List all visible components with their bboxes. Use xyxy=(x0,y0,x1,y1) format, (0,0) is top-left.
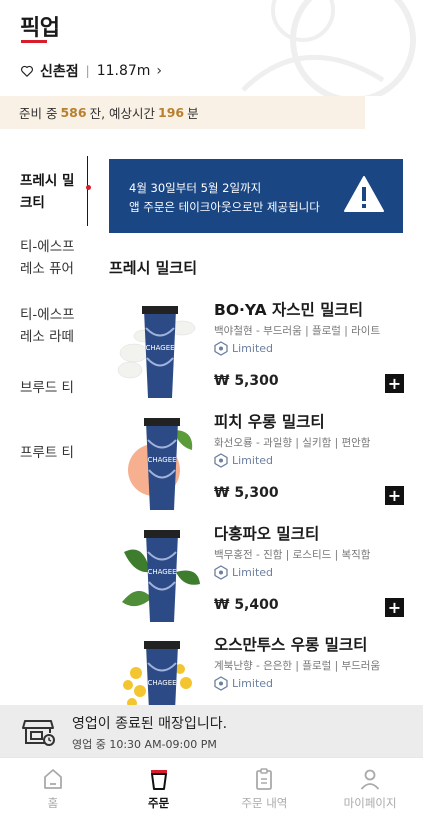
product-image: CHAGEE xyxy=(123,641,192,705)
cup-icon xyxy=(150,770,167,790)
product-item[interactable]: CHAGEE 피치 우롱 밀크티 화선오룡 - 과일향 | 실키함 | 편안함 … xyxy=(100,410,410,520)
store-separator: | xyxy=(85,64,90,78)
prep-middle: 잔, 예상시간 xyxy=(89,106,156,121)
hexagon-icon xyxy=(214,453,228,468)
section-title: 프레시 밀크티 xyxy=(109,259,198,277)
limited-label: Limited xyxy=(232,566,274,579)
product-name: 오스만투스 우롱 밀크티 xyxy=(214,636,368,654)
prep-status-bar: 준비 중 586 잔, 예상시간 196 분 xyxy=(0,96,365,129)
nav-home[interactable]: 홈 xyxy=(0,758,106,816)
nav-order[interactable]: 주문 xyxy=(106,758,212,816)
notice-banner: 4월 30일부터 5월 2일까지 앱 주문은 테이크아웃으로만 제공됩니다 xyxy=(109,159,403,233)
limited-badge: Limited xyxy=(214,341,273,356)
nav-order-label: 주문 xyxy=(148,796,170,810)
svg-text:CHAGEE: CHAGEE xyxy=(147,568,176,576)
product-tags: 계북난향 - 은은한 | 플로럴 | 부드러움 xyxy=(214,660,381,672)
product-image: CHAGEE xyxy=(122,530,200,622)
notice-line-2: 앱 주문은 테이크아웃으로만 제공됩니다 xyxy=(129,200,320,214)
add-to-cart-button[interactable]: + xyxy=(385,486,404,505)
product-item[interactable]: CHAGEE 오스만투스 우롱 밀크티 계북난향 - 은은한 | 플로럴 | 부… xyxy=(100,633,410,705)
sidebar-item-tea-espresso-pure[interactable]: 티-에스프레소 퓨어 xyxy=(20,236,82,280)
product-image: CHAGEE xyxy=(117,306,196,398)
svg-text:CHAGEE: CHAGEE xyxy=(147,679,176,687)
add-to-cart-button[interactable]: + xyxy=(385,374,404,393)
store-hours: 영업 중 10:30 AM-09:00 PM xyxy=(72,738,217,751)
product-item[interactable]: CHAGEE 다홍파오 밀크티 백무홍전 - 진함 | 로스티드 | 복직함 L… xyxy=(100,522,410,632)
store-closed-bar: 영업이 종료된 매장입니다. 영업 중 10:30 AM-09:00 PM xyxy=(0,705,423,757)
product-price: ₩ 5,300 xyxy=(214,373,279,389)
sidebar-active-dot xyxy=(86,185,91,190)
store-name: 신촌점 xyxy=(40,64,79,80)
product-name: BO·YA 자스민 밀크티 xyxy=(214,301,363,319)
notice-line-1: 4월 30일부터 5월 2일까지 xyxy=(129,181,262,195)
clipboard-icon xyxy=(256,768,273,790)
limited-label: Limited xyxy=(232,677,274,690)
product-item[interactable]: CHAGEE BO·YA 자스민 밀크티 백야철현 - 부드러움 | 플로럴 |… xyxy=(100,298,410,408)
nav-order-history[interactable]: 주문 내역 xyxy=(212,758,318,816)
product-name: 다홍파오 밀크티 xyxy=(214,525,320,543)
svg-text:CHAGEE: CHAGEE xyxy=(147,456,176,464)
store-selector[interactable]: 신촌점 | 11.87m › xyxy=(20,61,162,81)
limited-label: Limited xyxy=(232,342,274,355)
product-price: ₩ 5,300 xyxy=(214,485,279,501)
prep-prefix: 준비 중 xyxy=(19,106,58,121)
home-icon xyxy=(43,769,62,789)
prep-count: 586 xyxy=(60,105,87,120)
prep-minutes: 196 xyxy=(158,105,185,120)
limited-badge: Limited xyxy=(214,565,273,580)
chevron-right-icon: › xyxy=(156,63,163,79)
store-closed-title: 영업이 종료된 매장입니다. xyxy=(72,716,228,732)
nav-mypage-label: 마이페이지 xyxy=(343,796,397,810)
page-title: 픽업 xyxy=(20,16,60,41)
store-distance: 11.87m xyxy=(96,63,151,79)
warning-icon xyxy=(344,176,384,212)
sidebar-item-fruit-tea[interactable]: 프루트 티 xyxy=(20,442,82,464)
sidebar-active-line xyxy=(87,156,88,226)
limited-label: Limited xyxy=(232,454,274,467)
svg-text:CHAGEE: CHAGEE xyxy=(145,344,174,352)
sidebar-item-fresh-milk-tea[interactable]: 프레시 밀크티 xyxy=(20,170,82,214)
nav-order-history-label: 주문 내역 xyxy=(241,796,288,810)
sidebar-item-brewed-tea[interactable]: 브루드 티 xyxy=(20,377,82,399)
limited-badge: Limited xyxy=(214,453,273,468)
product-tags: 백무홍전 - 진함 | 로스티드 | 복직함 xyxy=(214,549,371,561)
heart-icon[interactable] xyxy=(20,64,34,78)
hexagon-icon xyxy=(214,676,228,691)
title-underline xyxy=(21,40,47,43)
store-closed-icon xyxy=(22,720,55,746)
header: 픽업 신촌점 | 11.87m › xyxy=(0,0,423,96)
notice-text: 4월 30일부터 5월 2일까지 앱 주문은 테이크아웃으로만 제공됩니다 xyxy=(129,179,320,217)
prep-suffix: 분 xyxy=(187,106,199,121)
nav-home-label: 홈 xyxy=(47,796,59,810)
product-tags: 화선오룡 - 과일향 | 실키함 | 편안함 xyxy=(214,437,371,449)
product-name: 피치 우롱 밀크티 xyxy=(214,413,325,431)
bottom-nav: 홈 주문 주문 내역 마이페이지 xyxy=(0,757,423,816)
product-image: CHAGEE xyxy=(128,418,193,510)
user-icon xyxy=(360,769,380,790)
product-tags: 백야철현 - 부드러움 | 플로럴 | 라이트 xyxy=(214,325,381,337)
product-price: ₩ 5,400 xyxy=(214,597,279,613)
hexagon-icon xyxy=(214,341,228,356)
nav-mypage[interactable]: 마이페이지 xyxy=(317,758,423,816)
add-to-cart-button[interactable]: + xyxy=(385,598,404,617)
sidebar-item-tea-espresso-latte[interactable]: 티-에스프레소 라떼 xyxy=(20,304,82,348)
hexagon-icon xyxy=(214,565,228,580)
limited-badge: Limited xyxy=(214,676,273,691)
decorative-pattern xyxy=(241,0,416,96)
